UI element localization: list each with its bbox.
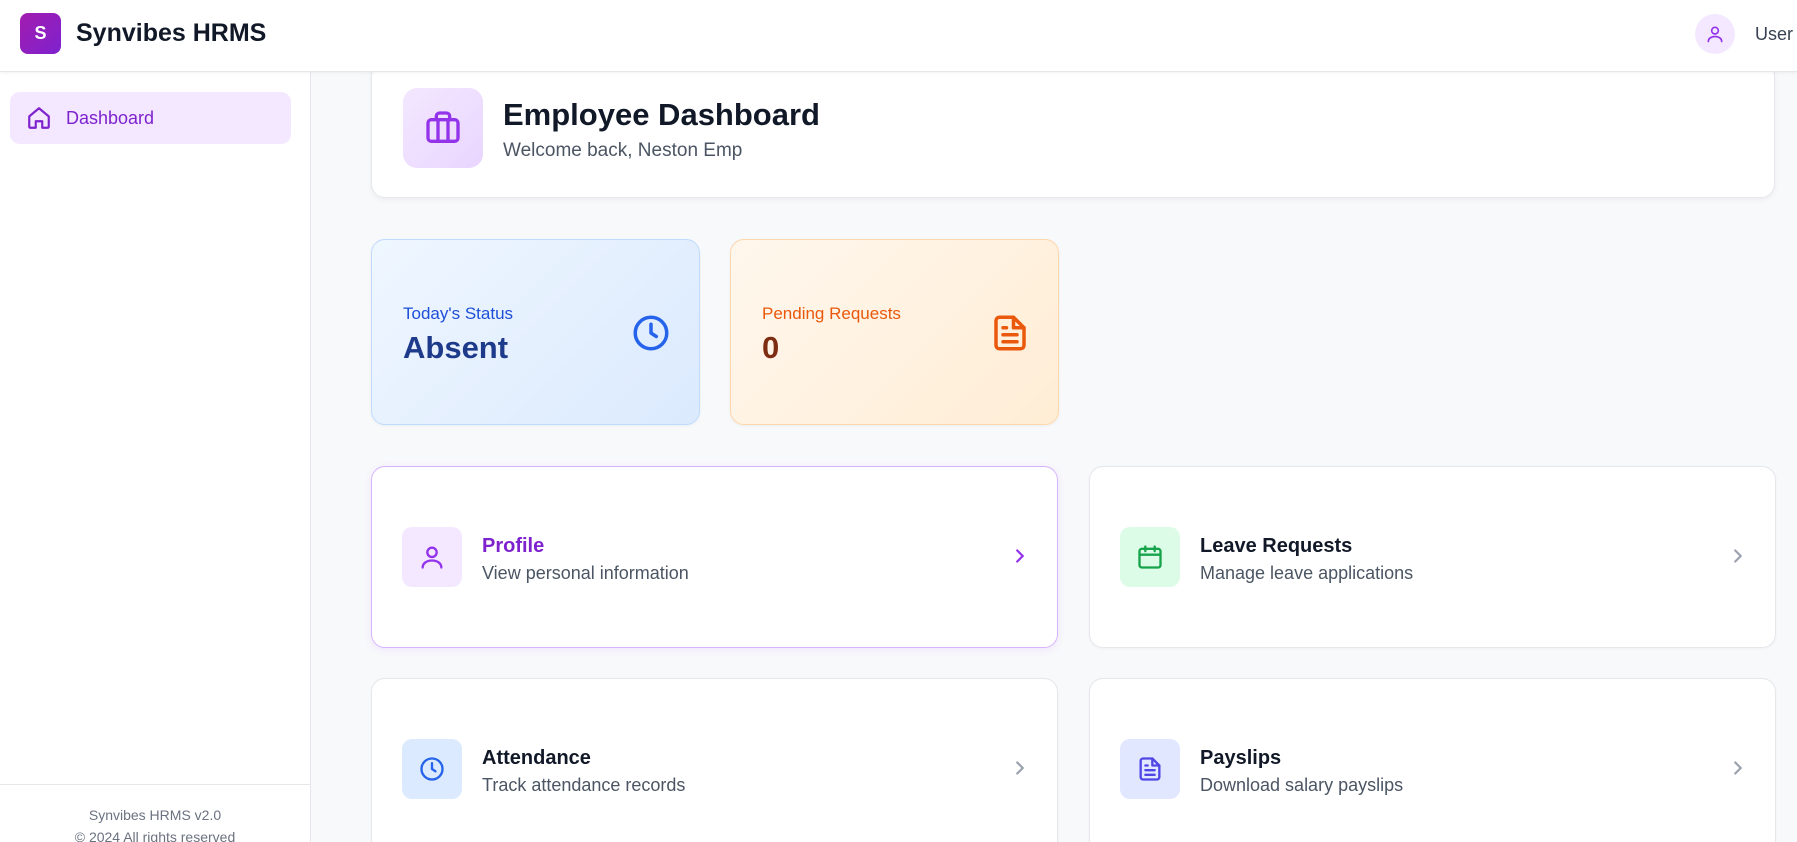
user-avatar[interactable] xyxy=(1695,14,1735,54)
sidebar: Dashboard Synvibes HRMS v2.0 © 2024 All … xyxy=(0,72,311,842)
status-label: Today's Status xyxy=(403,304,514,323)
sidebar-item-dashboard[interactable]: Dashboard xyxy=(10,92,291,144)
profile-icon-box xyxy=(402,527,462,587)
dashboard-icon-box xyxy=(403,88,483,168)
card-description: Download salary payslips xyxy=(1200,775,1404,795)
clock-icon xyxy=(420,757,444,781)
main-content: Employee Dashboard Welcome back, Neston … xyxy=(311,72,1797,842)
welcome-message: Welcome back, Neston Emp xyxy=(503,140,743,161)
chevron-right-icon xyxy=(1016,549,1024,563)
sidebar-footer: Synvibes HRMS v2.0 © 2024 All rights res… xyxy=(0,784,310,842)
chevron-right-icon xyxy=(1016,761,1024,775)
calendar-icon xyxy=(1138,545,1162,569)
chevron-right-icon xyxy=(1734,761,1742,775)
card-title: Payslips xyxy=(1200,747,1282,769)
card-title: Leave Requests xyxy=(1200,535,1353,557)
copyright-text: © 2024 All rights reserved xyxy=(74,829,236,842)
briefcase-icon xyxy=(426,111,460,143)
payslips-card[interactable]: Payslips Download salary payslips xyxy=(1089,678,1776,842)
status-stat-card: Today's Status Absent xyxy=(371,239,700,425)
pending-requests-stat-card: Pending Requests 0 xyxy=(730,239,1059,425)
leave-requests-card[interactable]: Leave Requests Manage leave applications xyxy=(1089,466,1776,648)
attendance-icon-box xyxy=(402,739,462,799)
card-description: Manage leave applications xyxy=(1200,563,1414,583)
top-bar: S Synvibes HRMS User xyxy=(0,0,1797,72)
sidebar-item-label: Dashboard xyxy=(66,108,155,128)
app-version: Synvibes HRMS v2.0 xyxy=(88,807,222,823)
card-title: Profile xyxy=(482,535,545,557)
card-title: Attendance xyxy=(482,747,591,769)
user-icon xyxy=(421,546,443,569)
document-icon xyxy=(1139,757,1161,781)
user-icon xyxy=(1707,26,1723,43)
attendance-card[interactable]: Attendance Track attendance records xyxy=(371,678,1058,842)
chevron-right-icon xyxy=(1734,549,1742,563)
dashboard-header-card: Employee Dashboard Welcome back, Neston … xyxy=(371,72,1775,198)
page-title: Employee Dashboard xyxy=(503,97,820,132)
pending-requests-value: 0 xyxy=(762,330,780,365)
user-menu-label[interactable]: User xyxy=(1755,24,1793,45)
payslips-icon-box xyxy=(1120,739,1180,799)
home-icon xyxy=(28,107,50,129)
card-description: Track attendance records xyxy=(482,775,686,795)
leave-icon-box xyxy=(1120,527,1180,587)
status-value: Absent xyxy=(403,330,509,365)
profile-card[interactable]: Profile View personal information xyxy=(371,466,1058,648)
clock-icon xyxy=(633,315,669,351)
app-logo[interactable]: S xyxy=(20,13,61,54)
card-description: View personal information xyxy=(482,563,689,583)
app-title: Synvibes HRMS xyxy=(76,19,267,47)
document-icon xyxy=(994,315,1026,351)
pending-requests-label: Pending Requests xyxy=(762,304,901,323)
